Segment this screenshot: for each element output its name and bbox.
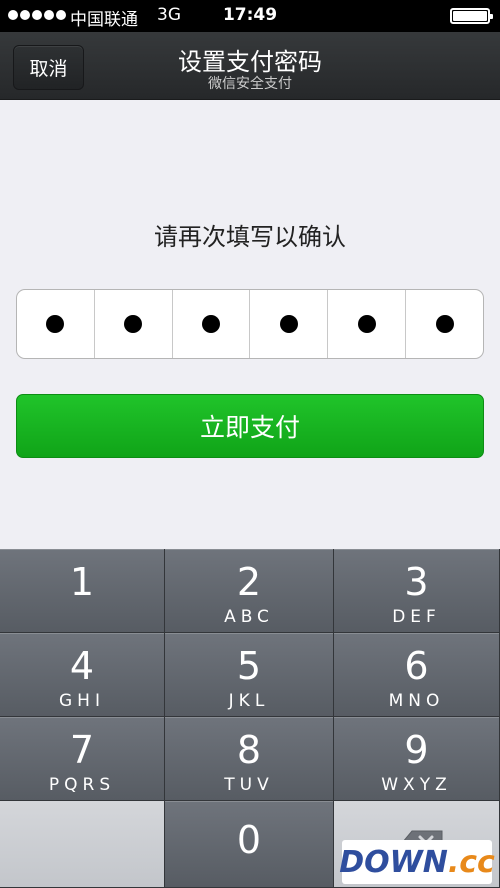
- key-letters: TUV: [224, 775, 274, 795]
- key-letters: PQRS: [48, 775, 116, 795]
- key-digit: 6: [404, 644, 429, 688]
- key-letters: MNO: [388, 691, 445, 711]
- pay-now-button[interactable]: 立即支付: [16, 394, 484, 458]
- pin-cell: [173, 290, 251, 358]
- status-bar: 中国联通 3G 17:49: [0, 0, 500, 32]
- pin-dot: [435, 315, 454, 333]
- key-7[interactable]: 7 PQRS: [0, 717, 165, 801]
- key-letters: GHI: [59, 691, 105, 711]
- key-9[interactable]: 9 WXYZ: [334, 717, 500, 801]
- key-5[interactable]: 5 JKL: [165, 633, 334, 717]
- pin-cell: [17, 290, 95, 358]
- pin-cell: [406, 290, 483, 358]
- numeric-keypad: 1 2 ABC 3 DEF 4 GHI 5 JKL 6 MNO 7 PQRS 8…: [0, 549, 500, 888]
- confirm-prompt: 请再次填写以确认: [154, 223, 346, 251]
- key-8[interactable]: 8 TUV: [165, 717, 334, 801]
- key-2[interactable]: 2 ABC: [165, 549, 334, 633]
- nav-bar: 取消 设置支付密码 微信安全支付: [0, 32, 500, 100]
- key-letters: JKL: [228, 691, 270, 711]
- key-6[interactable]: 6 MNO: [334, 633, 500, 717]
- page-title: 设置支付密码: [178, 48, 322, 76]
- watermark-logo: DOWN .cc: [339, 840, 495, 884]
- pin-dot: [357, 315, 376, 333]
- key-digit: 3: [404, 560, 429, 604]
- pin-cell: [250, 290, 329, 358]
- page-subtitle: 微信安全支付: [208, 76, 292, 92]
- pin-dot: [46, 315, 65, 333]
- pin-dot: [202, 315, 221, 333]
- key-digit: 5: [236, 644, 262, 688]
- key-digit: 4: [69, 644, 95, 688]
- pin-input[interactable]: [16, 289, 484, 359]
- pin-dot: [279, 315, 298, 333]
- battery-icon: [450, 8, 493, 24]
- pin-cell: [328, 290, 407, 358]
- status-time: 17:49: [222, 5, 278, 25]
- key-0[interactable]: 0: [165, 801, 334, 888]
- key-digit: 2: [236, 560, 262, 604]
- key-digit: 0: [236, 818, 262, 862]
- key-digit: 1: [69, 560, 95, 604]
- watermark-text-suffix: .cc: [447, 844, 495, 880]
- pin-cell: [95, 290, 173, 358]
- key-digit: 8: [236, 728, 262, 772]
- key-letters: ABC: [224, 607, 274, 627]
- pin-dot: [124, 315, 143, 333]
- key-blank: [0, 801, 165, 888]
- key-3[interactable]: 3 DEF: [334, 549, 500, 633]
- key-digit: 7: [69, 728, 95, 772]
- key-1[interactable]: 1: [0, 549, 165, 633]
- key-letters: DEF: [392, 607, 441, 627]
- key-letters: WXYZ: [381, 775, 452, 795]
- key-4[interactable]: 4 GHI: [0, 633, 165, 717]
- key-digit: 9: [404, 728, 429, 772]
- watermark-text-main: DOWN: [339, 844, 448, 880]
